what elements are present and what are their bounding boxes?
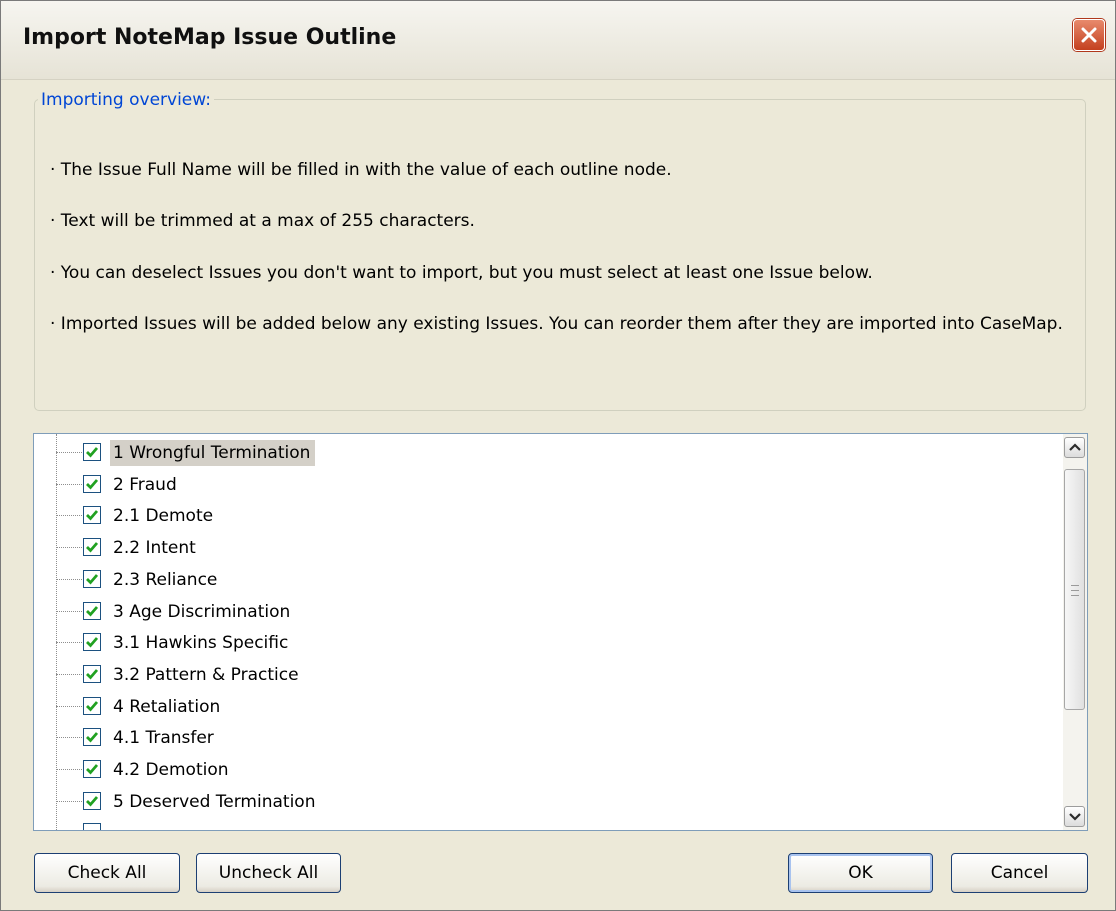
tree-connector [56,515,82,517]
issue-label[interactable]: 4.1 Transfer [110,725,219,751]
importing-overview-group: Importing overview: · The Issue Full Nam… [34,90,1086,411]
dialog-body: Importing overview: · The Issue Full Nam… [1,80,1115,910]
issue-tree-item[interactable]: 2.1 Demote [34,500,1054,532]
issue-checkbox[interactable] [83,474,101,493]
issue-checkbox[interactable] [83,760,101,778]
scroll-thumb[interactable] [1064,469,1085,710]
issue-checkbox[interactable] [83,538,101,557]
import-dialog: Import NoteMap Issue Outline Importing o… [0,0,1116,911]
issue-tree-item[interactable]: 5 Deserved Termination [34,786,1054,818]
checkmark-icon [86,542,99,553]
tree-connector [56,769,82,770]
checkmark-icon [86,447,99,458]
tree-connector [56,483,82,485]
issue-tree-item[interactable]: 4.2 Demotion [34,754,1054,786]
overview-legend: Importing overview: [38,90,214,110]
cancel-button[interactable]: Cancel [951,853,1088,893]
overview-bullet: · Imported Issues will be added below an… [50,314,1063,334]
issue-tree-item[interactable]: 3.2 Pattern & Practice [34,659,1054,691]
checkmark-icon [86,764,99,775]
issue-checkbox[interactable] [83,443,101,461]
issue-checkbox[interactable] [83,823,101,830]
issue-checkbox[interactable] [83,728,101,747]
checkmark-icon [86,573,99,585]
issue-checkbox[interactable] [83,569,101,588]
issue-label[interactable]: 4.2 Demotion [110,757,234,783]
checkmark-icon [86,732,99,743]
issue-checkbox[interactable] [83,791,101,810]
check-all-button[interactable]: Check All [34,853,180,893]
checkmark-icon [86,637,99,648]
issue-tree-item[interactable]: 2.3 Reliance [34,564,1054,596]
issue-label[interactable]: 3 Age Discrimination [110,599,295,625]
chevron-up-icon [1069,443,1081,451]
dialog-title: Import NoteMap Issue Outline [23,25,397,50]
issue-label[interactable]: 5 Deserved Termination [110,789,320,815]
tree-connector [56,452,82,453]
issue-label[interactable]: 2.3 Reliance [110,567,222,593]
checkmark-icon [86,478,99,490]
issue-label[interactable]: 2.2 Intent [110,535,201,561]
overview-bullet: · Text will be trimmed at a max of 255 c… [50,211,475,231]
grip-icon [1071,585,1079,596]
checkmark-icon [86,795,99,807]
issue-tree-item[interactable]: 1 Wrongful Termination [34,437,1054,469]
title-bar[interactable]: Import NoteMap Issue Outline [1,1,1115,80]
tree-connector [56,705,82,707]
issue-label[interactable]: 2 Fraud [110,472,182,498]
ok-button[interactable]: OK [788,853,933,893]
issue-tree-item[interactable]: 3.1 Hawkins Specific [34,627,1054,659]
tree-connector [56,610,82,612]
tree-connector [56,737,82,739]
checkmark-icon [86,668,99,680]
issue-label[interactable]: 3.1 Hawkins Specific [110,630,293,656]
issue-tree-item[interactable]: 4 Retaliation [34,691,1054,723]
issue-checkbox[interactable] [83,664,101,683]
issue-tree-item[interactable]: 2.2 Intent [34,532,1054,564]
tree-connector [56,578,82,580]
issue-tree-item[interactable]: 4.1 Transfer [34,722,1054,754]
scroll-down-button[interactable] [1064,806,1085,827]
vertical-scrollbar[interactable] [1063,434,1087,830]
tree-connector [56,642,82,644]
uncheck-all-button[interactable]: Uncheck All [196,853,341,893]
overview-bullet: · You can deselect Issues you don't want… [50,263,873,283]
tree-connector [56,800,82,802]
chevron-down-icon [1069,813,1081,821]
close-button[interactable] [1073,19,1105,51]
issue-tree[interactable]: 1 Wrongful Termination 2 Fraud 2.1 Demote 2… [33,433,1088,831]
close-icon [1081,27,1097,43]
issue-tree-item[interactable]: 3 Age Discrimination [34,596,1054,628]
overview-bullet: · The Issue Full Name will be filled in … [50,160,672,180]
checkmark-icon [86,700,99,712]
issue-tree-item[interactable]: 2 Fraud [34,469,1054,501]
issue-checkbox[interactable] [83,633,101,652]
issue-label[interactable]: 1 Wrongful Termination [110,440,316,466]
issue-checkbox[interactable] [83,601,101,620]
checkmark-icon [86,510,99,521]
tree-connector [56,547,82,549]
issue-label[interactable]: 4 Retaliation [110,694,225,720]
issue-label[interactable]: 3.2 Pattern & Practice [110,662,304,688]
issue-label[interactable]: 2.1 Demote [110,503,218,529]
issue-checkbox[interactable] [83,506,101,525]
issue-tree-item[interactable] [34,817,1054,830]
checkmark-icon [86,605,99,617]
scroll-up-button[interactable] [1064,437,1085,458]
issue-checkbox[interactable] [83,696,101,715]
tree-connector [56,673,82,675]
